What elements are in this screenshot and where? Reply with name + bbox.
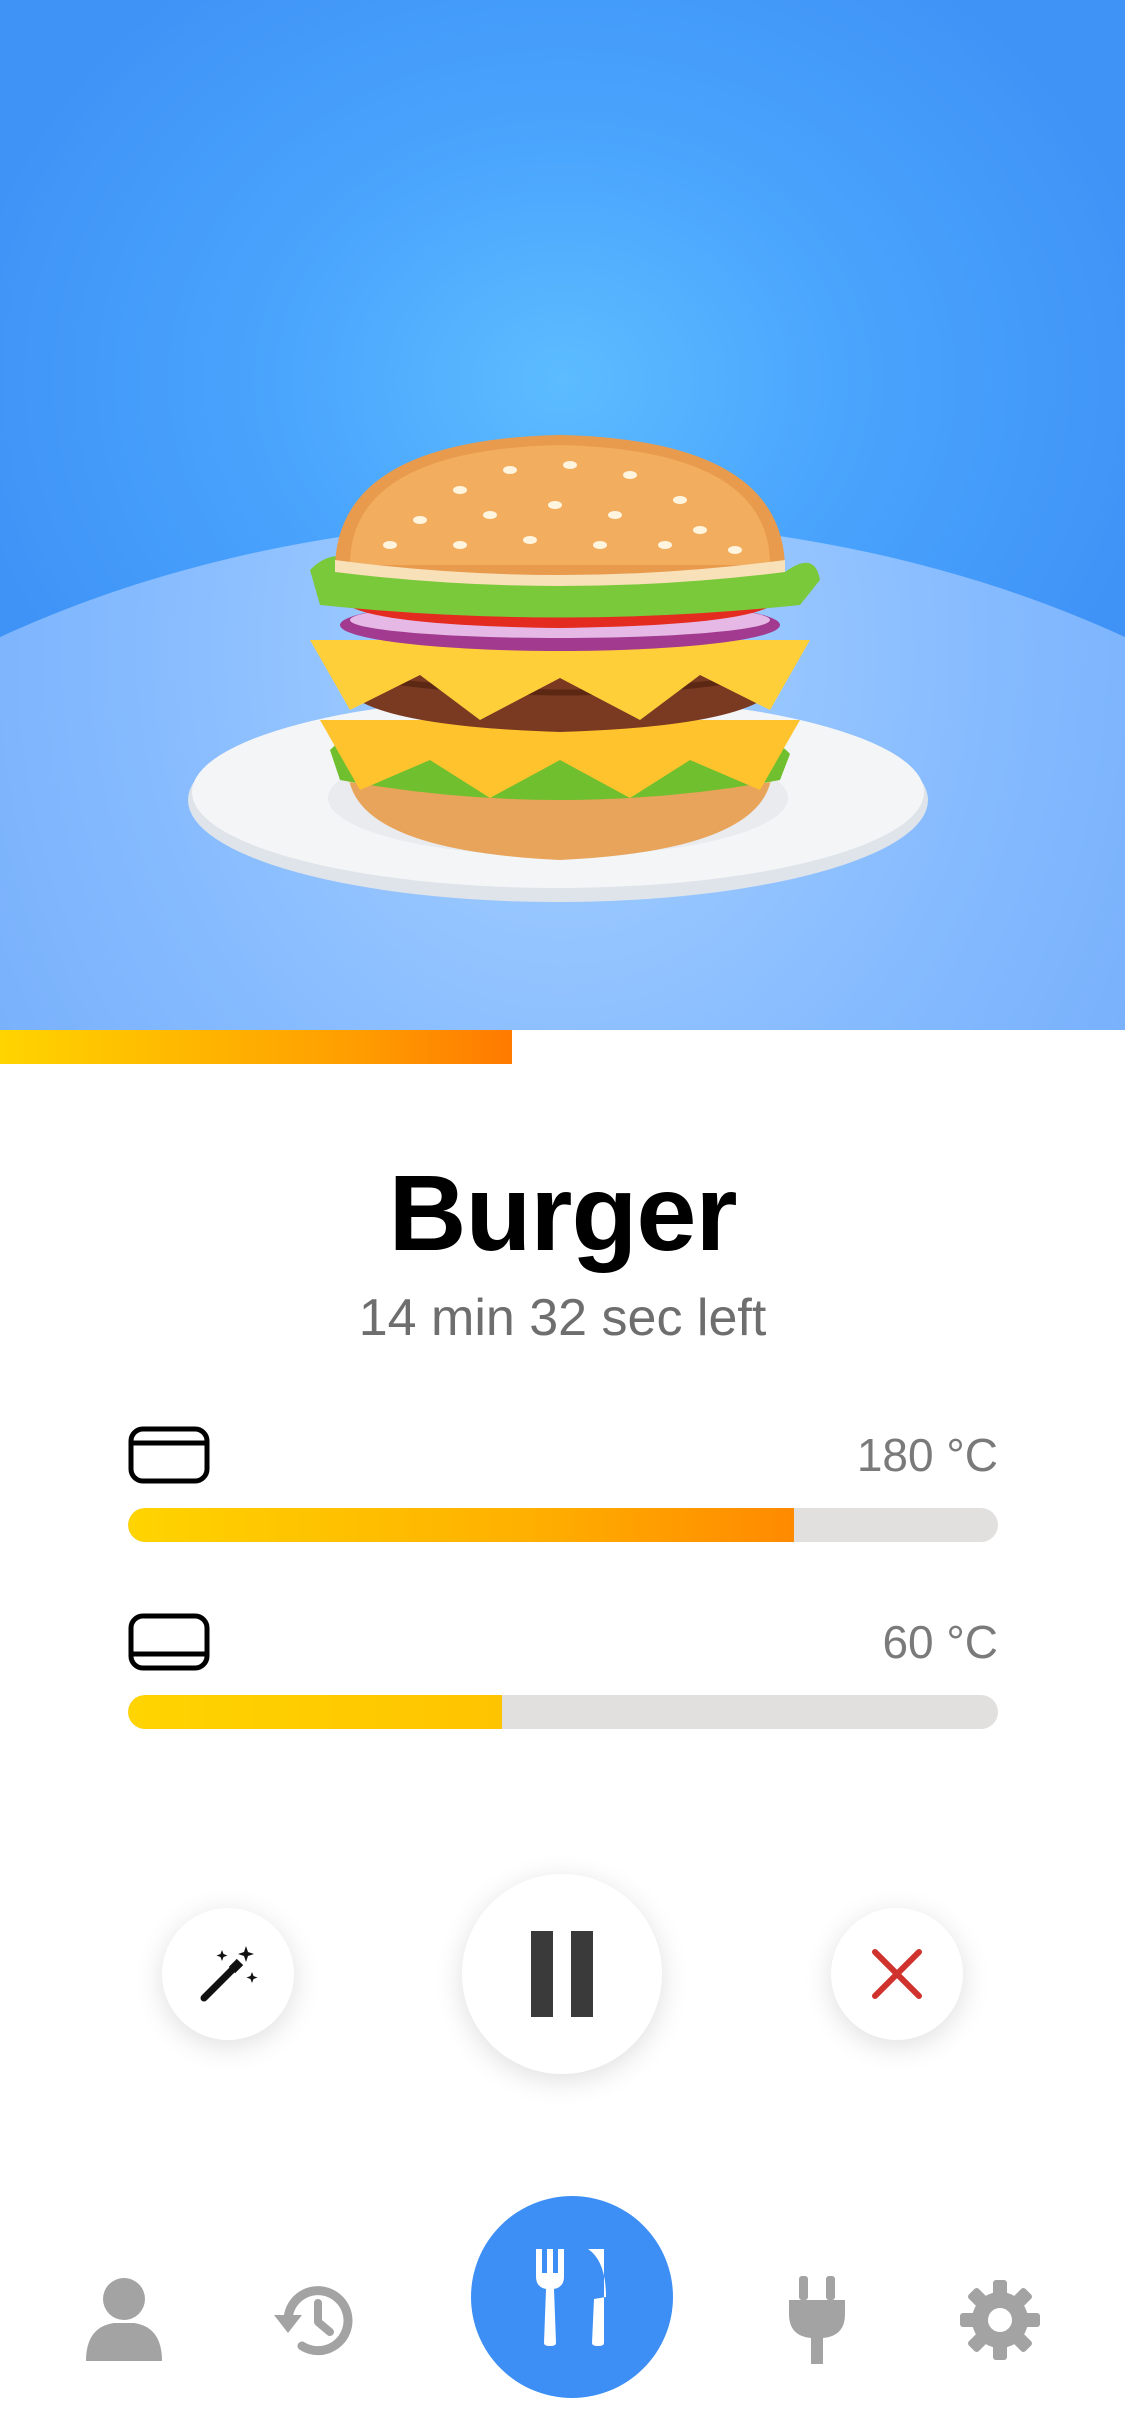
history-icon	[274, 2286, 353, 2356]
nav-device[interactable]	[767, 2270, 867, 2370]
profile-icon	[86, 2278, 162, 2361]
pause-icon	[531, 1931, 593, 2017]
nav-cook[interactable]	[471, 2196, 673, 2398]
time-remaining: 14 min 32 sec left	[358, 1289, 767, 1347]
top-heat-icon	[128, 1426, 210, 1484]
bottom-heat-temperature: 60 °C	[882, 1616, 998, 1668]
close-icon	[872, 1949, 922, 1999]
bottom-heat-level	[128, 1695, 503, 1729]
plug-icon	[789, 2276, 845, 2364]
magic-wand-button[interactable]	[162, 1908, 294, 2040]
nav-settings[interactable]	[950, 2270, 1050, 2370]
top-heat-level	[128, 1508, 794, 1542]
cooking-progress-fill	[0, 1030, 512, 1064]
bottom-heat-slider[interactable]	[128, 1695, 998, 1729]
dish-hero-image	[0, 0, 1125, 1030]
burger-illustration	[188, 435, 928, 902]
bottom-heat-icon	[128, 1613, 210, 1671]
dish-title: Burger	[388, 1152, 737, 1273]
top-heat-temperature: 180 °C	[856, 1429, 998, 1481]
top-heat-row: 180 °C	[128, 1426, 998, 1546]
cutlery-icon	[536, 2249, 606, 2346]
cooking-progress-bar	[0, 1030, 1125, 1064]
pause-button[interactable]	[462, 1874, 662, 2074]
top-heat-slider[interactable]	[128, 1508, 998, 1542]
nav-history[interactable]	[265, 2270, 365, 2370]
bottom-heat-row: 60 °C	[128, 1613, 998, 1733]
cancel-button[interactable]	[831, 1908, 963, 2040]
settings-gear-icon	[960, 2280, 1040, 2360]
magic-wand-icon	[200, 1946, 258, 2002]
nav-profile[interactable]	[74, 2270, 174, 2370]
